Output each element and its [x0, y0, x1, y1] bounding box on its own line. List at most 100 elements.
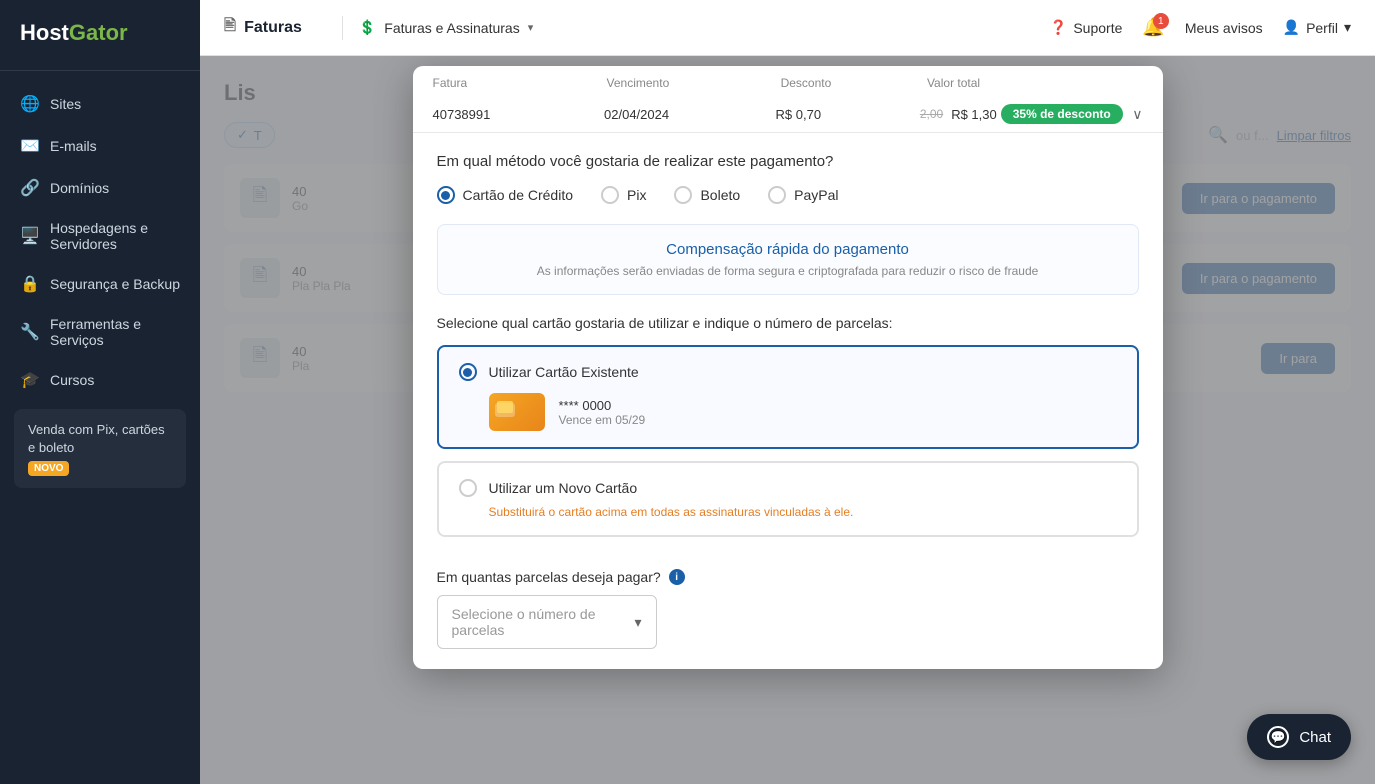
page-title: Faturas [244, 19, 302, 37]
installments-select[interactable]: Selecione o número de parcelas ▾ [437, 595, 657, 649]
select-arrow-icon: ▾ [634, 614, 641, 631]
paypal-label: PayPal [794, 187, 838, 203]
globe-icon: 🌐 [20, 94, 38, 114]
page-content: Lis ✓ T 🔍 ou f... Limpar filtros 🖹 40 Go [200, 56, 1375, 784]
logo-host: Host [20, 20, 69, 45]
support-link[interactable]: ❓ Suporte [1050, 19, 1122, 36]
chat-button[interactable]: 💬 Chat [1247, 714, 1351, 760]
card-visual [489, 393, 545, 431]
installments-title: Em quantas parcelas deseja pagar? i [437, 569, 1139, 585]
new-card-warning: Substituirá o cartão acima em todas as a… [489, 505, 1117, 519]
invoice-discount: R$ 0,70 [776, 107, 912, 122]
link-icon: 🔗 [20, 178, 38, 198]
card-number: **** 0000 [559, 398, 646, 413]
card-section-title: Selecione qual cartão gostaria de utiliz… [437, 315, 1139, 331]
topnav-sep [342, 16, 343, 40]
chevron-down-icon: ▾ [528, 21, 534, 34]
pix-label: Venda com Pix, cartões e boleto [28, 421, 172, 457]
credit-label: Cartão de Crédito [463, 187, 574, 203]
card-option-existing[interactable]: Utilizar Cartão Existente **** 0000 Venc… [437, 345, 1139, 449]
invoice-due-date: 02/04/2024 [604, 107, 768, 122]
radio-boleto[interactable] [674, 186, 692, 204]
support-label: Suporte [1073, 20, 1122, 36]
payment-option-pix[interactable]: Pix [601, 186, 646, 204]
card-header: Utilizar Cartão Existente [459, 363, 1117, 381]
page-title-section: 🖹 Faturas [224, 15, 302, 40]
radio-new-card[interactable] [459, 479, 477, 497]
section-label: Faturas e Assinaturas [384, 20, 519, 36]
topnav-right: ❓ Suporte 🔔 1 Meus avisos 👤 Perfil ▾ [1050, 17, 1351, 38]
radio-pix[interactable] [601, 186, 619, 204]
sidebar-item-domains[interactable]: 🔗 Domínios [0, 167, 200, 209]
invoice-id: 40738991 [433, 107, 597, 122]
notices-label: Meus avisos [1185, 20, 1263, 36]
col-desconto: Desconto [781, 76, 919, 90]
logo: HostGator [0, 0, 200, 71]
payment-method-section: Em qual método você gostaria de realizar… [413, 133, 1163, 224]
support-icon: ❓ [1050, 19, 1067, 36]
section-icon: 💲 [359, 19, 376, 36]
topnav-section[interactable]: 💲 Faturas e Assinaturas ▾ [359, 19, 533, 36]
server-icon: 🖥️ [20, 226, 38, 246]
sidebar-nav: 🌐 Sites ✉️ E-mails 🔗 Domínios 🖥️ Hospeda… [0, 71, 200, 784]
notifications-bell[interactable]: 🔔 1 [1142, 17, 1164, 38]
sidebar-item-label: Segurança e Backup [50, 276, 180, 292]
invoice-table-header: Fatura Vencimento Desconto Valor total [433, 66, 1143, 96]
sidebar-item-courses[interactable]: 🎓 Cursos [0, 359, 200, 401]
sidebar-item-label: Cursos [50, 372, 94, 388]
col-vencimento: Vencimento [607, 76, 773, 90]
discount-badge: 35% de desconto [1001, 104, 1123, 124]
chip-icon [497, 401, 513, 413]
radio-paypal[interactable] [768, 186, 786, 204]
logo-gator: Gator [69, 20, 128, 45]
card-details: **** 0000 Vence em 05/29 [489, 393, 1117, 431]
payment-option-paypal[interactable]: PayPal [768, 186, 838, 204]
card-option-new[interactable]: Utilizar um Novo Cartão Substituirá o ca… [437, 461, 1139, 537]
payment-question: Em qual método você gostaria de realizar… [437, 153, 1139, 170]
payment-modal: Fatura Vencimento Desconto Valor total 4… [413, 66, 1163, 669]
profile-chevron-icon: ▾ [1344, 19, 1351, 36]
sidebar-item-security[interactable]: 🔒 Segurança e Backup [0, 263, 200, 305]
installments-placeholder: Selecione o número de parcelas [452, 606, 635, 638]
sidebar-item-label: E-mails [50, 138, 97, 154]
chat-icon: 💬 [1267, 726, 1289, 748]
card-section: Selecione qual cartão gostaria de utiliz… [413, 315, 1163, 569]
boleto-label: Boleto [700, 187, 740, 203]
fast-comp-desc: As informações serão enviadas de forma s… [458, 264, 1118, 278]
installments-label: Em quantas parcelas deseja pagar? [437, 569, 661, 585]
courses-icon: 🎓 [20, 370, 38, 390]
col-fatura: Fatura [433, 76, 599, 90]
fast-comp-title: Compensação rápida do pagamento [458, 241, 1118, 258]
sidebar-item-label: Hospedagens e Servidores [50, 220, 180, 252]
sidebar-item-pix[interactable]: Venda com Pix, cartões e boleto NOVO [14, 409, 186, 488]
payment-option-boleto[interactable]: Boleto [674, 186, 740, 204]
sidebar-item-sites[interactable]: 🌐 Sites [0, 83, 200, 125]
existing-card-label: Utilizar Cartão Existente [489, 364, 639, 380]
sidebar-item-label: Ferramentas e Serviços [50, 316, 180, 348]
installments-section: Em quantas parcelas deseja pagar? i Sele… [413, 569, 1163, 669]
payment-option-credit[interactable]: Cartão de Crédito [437, 186, 574, 204]
radio-credit[interactable] [437, 186, 455, 204]
expand-icon[interactable]: ∨ [1132, 106, 1142, 123]
sidebar: HostGator 🌐 Sites ✉️ E-mails 🔗 Domínios … [0, 0, 200, 784]
main-area: 🖹 Faturas 💲 Faturas e Assinaturas ▾ ❓ Su… [200, 0, 1375, 784]
profile-label: Perfil [1306, 20, 1338, 36]
radio-existing-card[interactable] [459, 363, 477, 381]
sidebar-item-label: Sites [50, 96, 81, 112]
bell-badge: 1 [1153, 13, 1169, 29]
profile-icon: 👤 [1283, 19, 1300, 36]
chat-label: Chat [1299, 729, 1331, 746]
notices-link[interactable]: Meus avisos [1185, 20, 1263, 36]
payment-methods: Cartão de Crédito Pix Boleto PayPal [437, 186, 1139, 204]
modal-overlay: Fatura Vencimento Desconto Valor total 4… [200, 56, 1375, 784]
sidebar-item-hosting[interactable]: 🖥️ Hospedagens e Servidores [0, 209, 200, 263]
sidebar-item-tools[interactable]: 🔧 Ferramentas e Serviços [0, 305, 200, 359]
col-valor: Valor total [927, 76, 1135, 90]
email-icon: ✉️ [20, 136, 38, 156]
invoice-row: 40738991 02/04/2024 R$ 0,70 2,00 R$ 1,30… [433, 96, 1143, 132]
sidebar-item-emails[interactable]: ✉️ E-mails [0, 125, 200, 167]
profile-menu[interactable]: 👤 Perfil ▾ [1283, 19, 1351, 36]
sidebar-item-label: Domínios [50, 180, 109, 196]
original-price: 2,00 [920, 107, 943, 121]
invoice-price-group: 2,00 R$ 1,30 35% de desconto [920, 104, 1124, 124]
